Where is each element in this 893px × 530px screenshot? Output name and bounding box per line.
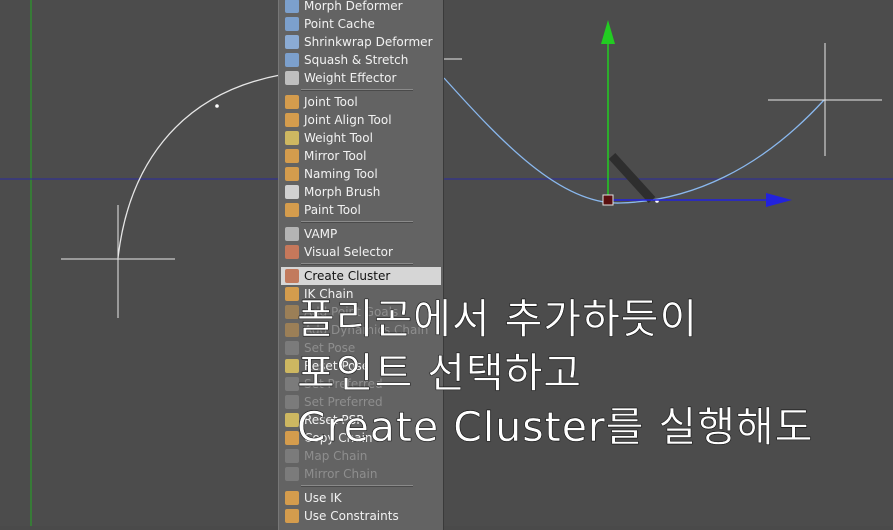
visual-selector-icon <box>285 245 299 259</box>
spline-point[interactable] <box>215 104 219 108</box>
menu-item-label: Use IK <box>304 491 342 505</box>
menu-item-use-constraints[interactable]: Use Constraints <box>281 507 441 525</box>
menu-item-weight-effector[interactable]: Weight Effector <box>281 69 441 87</box>
menu-separator <box>301 89 413 91</box>
menu-item-morph-deformer[interactable]: Morph Deformer <box>281 0 441 15</box>
caption-line-3: Create Cluster를 실행해도 <box>297 403 814 451</box>
menu-item-label: Squash & Stretch <box>304 53 409 67</box>
menu-separator <box>301 263 413 265</box>
menu-item-label: Create Cluster <box>304 269 391 283</box>
menu-item-label: Morph Brush <box>304 185 381 199</box>
menu-item-mirror-chain: Mirror Chain <box>281 465 441 483</box>
menu-item-mirror-tool[interactable]: Mirror Tool <box>281 147 441 165</box>
caption-line-1: 폴리곤에서 추가하듯이 <box>297 295 699 343</box>
mirror-chain-icon <box>285 467 299 481</box>
menu-item-squash-stretch[interactable]: Squash & Stretch <box>281 51 441 69</box>
menu-item-naming-tool[interactable]: Naming Tool <box>281 165 441 183</box>
overlay-caption: 폴리곤에서 추가하듯이 포인트 선택하고 Create Cluster를 실행해… <box>297 292 887 454</box>
use-constraints-icon <box>285 509 299 523</box>
menu-item-weight-tool[interactable]: Weight Tool <box>281 129 441 147</box>
menu-item-label: VAMP <box>304 227 338 241</box>
menu-item-label: Point Cache <box>304 17 375 31</box>
menu-item-label: Use Constraints <box>304 509 399 523</box>
menu-item-label: Mirror Chain <box>304 467 378 481</box>
menu-item-label: Paint Tool <box>304 203 361 217</box>
naming-tool-icon <box>285 167 299 181</box>
weight-tool-icon <box>285 131 299 145</box>
menu-item-label: Mirror Tool <box>304 149 367 163</box>
morph-deformer-icon <box>285 0 299 13</box>
spline-start-handle[interactable] <box>61 205 175 318</box>
shrinkwrap-deformer-icon <box>285 35 299 49</box>
x-axis-arrow[interactable] <box>766 193 792 207</box>
menu-item-shrinkwrap-deformer[interactable]: Shrinkwrap Deformer <box>281 33 441 51</box>
create-cluster-icon <box>285 269 299 283</box>
use-ik-icon <box>285 491 299 505</box>
menu-item-label: Weight Effector <box>304 71 397 85</box>
squash-stretch-icon <box>285 53 299 67</box>
menu-item-paint-tool[interactable]: Paint Tool <box>281 201 441 219</box>
menu-item-label: Shrinkwrap Deformer <box>304 35 433 49</box>
menu-item-joint-align-tool[interactable]: Joint Align Tool <box>281 111 441 129</box>
selected-point-marker[interactable] <box>602 194 614 206</box>
menu-separator <box>301 485 413 487</box>
spline-white-segment[interactable] <box>117 74 281 259</box>
vamp-icon <box>285 227 299 241</box>
menu-item-vamp[interactable]: VAMP <box>281 225 441 243</box>
editor-viewport[interactable]: Morph Deformer Point Cache Shrinkwrap Defo… <box>0 0 893 530</box>
joint-align-tool-icon <box>285 113 299 127</box>
menu-separator <box>301 221 413 223</box>
spline-end-handle[interactable] <box>768 43 882 156</box>
menu-item-point-cache[interactable]: Point Cache <box>281 15 441 33</box>
menu-item-use-ik[interactable]: Use IK <box>281 489 441 507</box>
z-axis-shadow <box>608 152 656 204</box>
menu-item-visual-selector[interactable]: Visual Selector <box>281 243 441 261</box>
menu-item-morph-brush[interactable]: Morph Brush <box>281 183 441 201</box>
menu-item-label: Morph Deformer <box>304 0 403 13</box>
menu-item-label: Naming Tool <box>304 167 378 181</box>
paint-tool-icon <box>285 203 299 217</box>
joint-tool-icon <box>285 95 299 109</box>
menu-item-label: Visual Selector <box>304 245 393 259</box>
menu-item-create-cluster[interactable]: Create Cluster <box>281 267 441 285</box>
menu-item-label: Weight Tool <box>304 131 373 145</box>
caption-line-2: 포인트 선택하고 <box>297 349 583 397</box>
y-axis-arrow[interactable] <box>601 20 615 44</box>
mirror-tool-icon <box>285 149 299 163</box>
menu-item-joint-tool[interactable]: Joint Tool <box>281 93 441 111</box>
weight-effector-icon <box>285 71 299 85</box>
point-cache-icon <box>285 17 299 31</box>
morph-brush-icon <box>285 185 299 199</box>
menu-item-label: Joint Tool <box>304 95 358 109</box>
menu-item-label: Joint Align Tool <box>304 113 392 127</box>
